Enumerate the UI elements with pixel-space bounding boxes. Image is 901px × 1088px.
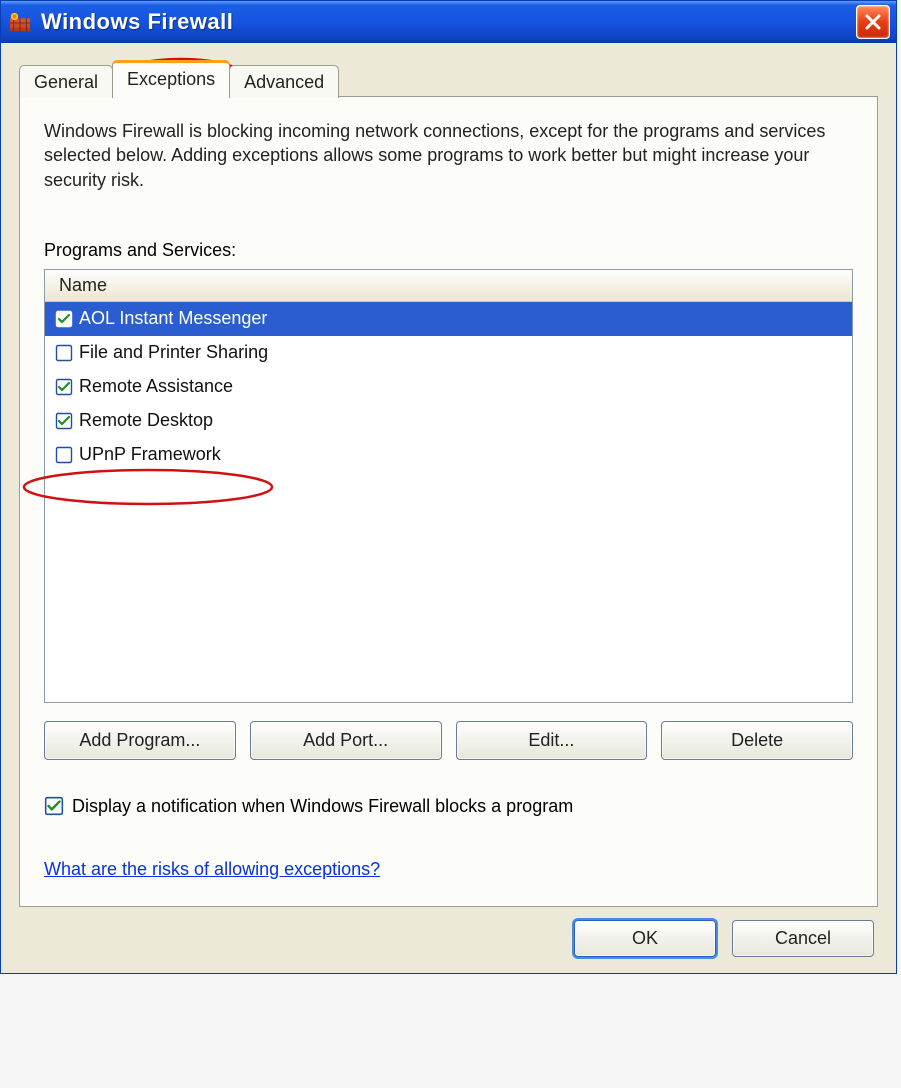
delete-button[interactable]: Delete <box>661 721 853 760</box>
list-item[interactable]: File and Printer Sharing <box>45 336 852 370</box>
list-item-label: UPnP Framework <box>79 444 844 465</box>
titlebar: Windows Firewall <box>1 1 896 43</box>
checkbox-icon[interactable] <box>55 446 73 464</box>
list-item[interactable]: Remote Assistance <box>45 370 852 404</box>
programs-rows: AOL Instant Messenger File and Printer S… <box>45 302 852 702</box>
checkbox-icon[interactable] <box>55 344 73 362</box>
firewall-icon <box>9 11 31 33</box>
list-item-label: Remote Desktop <box>79 410 844 431</box>
edit-button[interactable]: Edit... <box>456 721 648 760</box>
list-item[interactable]: UPnP Framework <box>45 438 852 472</box>
checkbox-icon[interactable] <box>55 412 73 430</box>
description-text: Windows Firewall is blocking incoming ne… <box>44 119 853 192</box>
help-link[interactable]: What are the risks of allowing exception… <box>44 859 380 879</box>
checkbox-icon[interactable] <box>55 310 73 328</box>
notify-label: Display a notification when Windows Fire… <box>72 796 573 817</box>
add-port-button[interactable]: Add Port... <box>250 721 442 760</box>
list-item-label: Remote Assistance <box>79 376 844 397</box>
notify-checkbox[interactable] <box>44 796 64 816</box>
window-title: Windows Firewall <box>41 9 856 35</box>
dialog-footer: OK Cancel <box>19 908 878 959</box>
list-item-label: File and Printer Sharing <box>79 342 844 363</box>
tabstrip: General Exceptions Advanced <box>19 61 878 97</box>
help-link-row: What are the risks of allowing exception… <box>44 859 853 880</box>
ok-button[interactable]: OK <box>574 920 716 957</box>
list-item-label: AOL Instant Messenger <box>79 308 844 329</box>
tab-exceptions[interactable]: Exceptions <box>112 60 230 97</box>
list-item[interactable]: AOL Instant Messenger <box>45 302 852 336</box>
programs-label: Programs and Services: <box>44 240 853 261</box>
client-area: General Exceptions Advanced Windows Fire… <box>1 43 896 973</box>
list-item[interactable]: Remote Desktop <box>45 404 852 438</box>
firewall-dialog: Windows Firewall General Exceptions Adva… <box>0 0 897 974</box>
tab-general[interactable]: General <box>19 65 113 98</box>
checkbox-icon[interactable] <box>55 378 73 396</box>
cancel-button[interactable]: Cancel <box>732 920 874 957</box>
add-program-button[interactable]: Add Program... <box>44 721 236 760</box>
programs-listbox[interactable]: Name AOL Instant Messenger File and Prin… <box>44 269 853 703</box>
column-header-name[interactable]: Name <box>45 270 852 302</box>
programs-buttons: Add Program... Add Port... Edit... Delet… <box>44 721 853 760</box>
tab-advanced[interactable]: Advanced <box>229 65 339 98</box>
tab-panel-exceptions: Windows Firewall is blocking incoming ne… <box>19 96 878 907</box>
close-button[interactable] <box>856 5 890 39</box>
notify-row: Display a notification when Windows Fire… <box>44 796 853 817</box>
